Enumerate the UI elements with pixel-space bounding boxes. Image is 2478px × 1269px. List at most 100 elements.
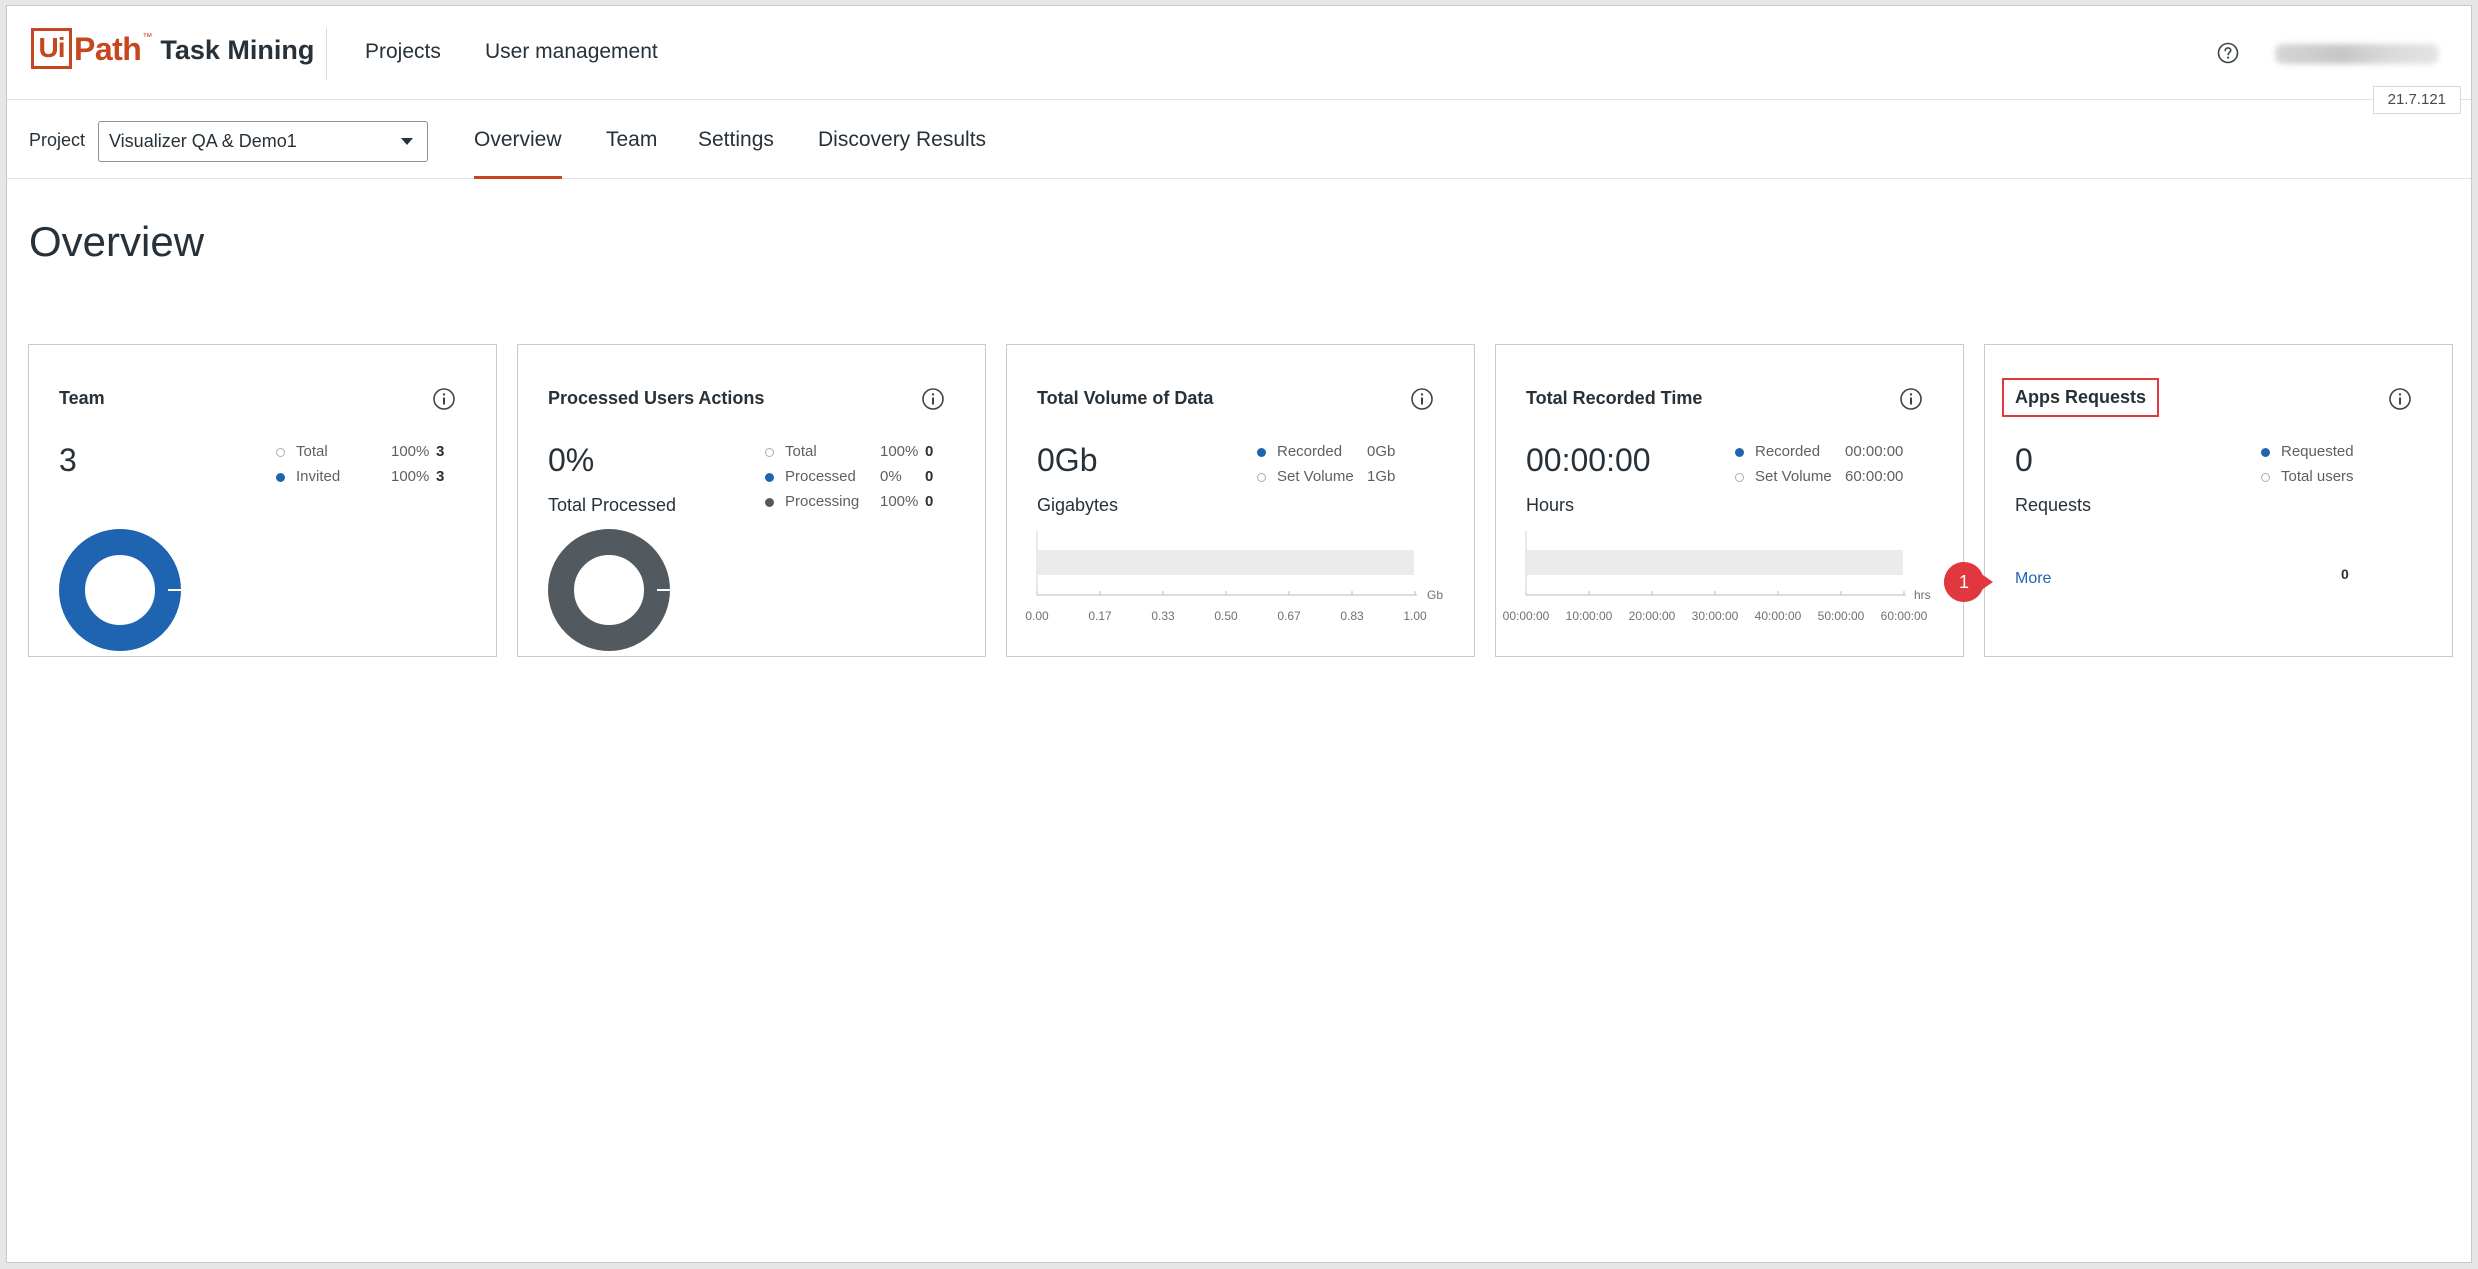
legend-dot — [2261, 473, 2270, 482]
tab-settings[interactable]: Settings — [698, 128, 774, 179]
legend-name: Requested — [2281, 443, 2354, 460]
page-title: Overview — [29, 218, 205, 265]
legend-name: Total users — [2281, 468, 2354, 485]
processed-donut-chart — [548, 529, 670, 651]
team-legend: Total 100% 3 Invited 100% 3 — [276, 442, 456, 492]
axis-tick-label: 0.50 — [1214, 609, 1238, 623]
legend-row: Requested — [2261, 442, 2431, 467]
product-name: Task Mining — [160, 35, 315, 65]
tab-team[interactable]: Team — [606, 128, 657, 179]
recorded-time-card: Total Recorded Time 00:00:00 Hours Recor… — [1495, 344, 1964, 657]
team-donut-chart — [59, 529, 181, 651]
processed-actions-card: Processed Users Actions 0% Total Process… — [517, 344, 986, 657]
legend-pct: 100% — [880, 443, 919, 460]
volume-bar-chart: Gb 0.00 0.17 0.33 0.50 0.67 0.83 1.00 — [1025, 531, 1443, 623]
nav-projects[interactable]: Projects — [365, 40, 441, 64]
team-count: 3 — [59, 442, 77, 478]
apps-zero-value: 0 — [2341, 566, 2349, 582]
legend-row: Total users — [2261, 467, 2431, 492]
badge-number: 1 — [1959, 572, 1969, 592]
legend-name: Processing — [785, 493, 860, 510]
legend-num: 0 — [925, 468, 934, 485]
help-icon[interactable] — [2217, 42, 2239, 64]
processed-legend: Total 100% 0 Processed 0% 0 Processing 1… — [765, 442, 945, 517]
legend-name: Invited — [296, 468, 341, 485]
legend-num: 0 — [925, 443, 934, 460]
project-select-value: Visualizer QA & Demo1 — [109, 131, 297, 151]
axis-tick-label: 20:00:00 — [1629, 609, 1676, 623]
axis-tick-label: 50:00:00 — [1818, 609, 1865, 623]
legend-row: Processing 100% 0 — [765, 492, 945, 517]
legend-pct: 0% — [880, 468, 902, 485]
axis-tick-label: 0.33 — [1151, 609, 1175, 623]
legend-pct: 100% — [391, 468, 430, 485]
top-header: Ui Path ™ Task Mining Projects User mana… — [7, 6, 2471, 100]
legend-name: Total — [785, 443, 817, 460]
app-window: Ui Path ™ Task Mining Projects User mana… — [6, 5, 2472, 1263]
time-bar-chart: hrs 00:00:00 10:00:00 20:00:00 30:00:00 40:0… — [1503, 531, 1931, 623]
axis-tick-label: 30:00:00 — [1692, 609, 1739, 623]
logo-ui-mark: Ui — [31, 28, 72, 69]
project-label: Project — [29, 130, 86, 150]
card-title: Team — [59, 388, 105, 408]
legend-dot — [2261, 448, 2270, 457]
legend-row: Processed 0% 0 — [765, 467, 945, 492]
info-icon[interactable] — [2388, 387, 2412, 411]
capacity-bar — [1527, 550, 1903, 575]
user-menu-avatar[interactable] — [2275, 44, 2439, 64]
logo-path-text: Path — [74, 31, 142, 67]
axis-tick-label: 0.83 — [1340, 609, 1364, 623]
legend-dot — [765, 473, 774, 482]
legend-row: Invited 100% 3 — [276, 467, 456, 492]
step-badge: 1 — [1944, 562, 1993, 602]
capacity-bar — [1038, 550, 1414, 575]
processed-percent: 0% — [548, 442, 595, 478]
axis-tick-label: 0.67 — [1277, 609, 1301, 623]
legend-num: 3 — [436, 443, 445, 460]
apps-requests-count: 0 — [2015, 442, 2033, 478]
axis-tick-label: 0.00 — [1025, 609, 1049, 623]
legend-pct: 100% — [391, 443, 430, 460]
legend-name: Processed — [785, 468, 856, 485]
info-icon[interactable] — [921, 387, 945, 411]
data-volume-card: Total Volume of Data 0Gb Gigabytes Recor… — [1006, 344, 1475, 657]
legend-pct: 100% — [880, 493, 919, 510]
legend-num: 3 — [436, 468, 445, 485]
legend-row: Total 100% 0 — [765, 442, 945, 467]
axis-tick-label: 1.00 — [1403, 609, 1427, 623]
apps-requests-card: Apps Requests 0 Requests Requested Total… — [1984, 344, 2453, 657]
axis-tick-label: 60:00:00 — [1881, 609, 1928, 623]
axis-tick-label: 10:00:00 — [1566, 609, 1613, 623]
axis-tick-label: 0.17 — [1088, 609, 1112, 623]
legend-num: 0 — [925, 493, 934, 510]
card-title: Processed Users Actions — [548, 388, 765, 408]
donut-ring — [548, 529, 670, 651]
tab-discovery-results[interactable]: Discovery Results — [818, 128, 986, 179]
legend-dot — [276, 473, 285, 482]
legend-name: Total — [296, 443, 328, 460]
axis-tick-label: 00:00:00 — [1503, 609, 1550, 623]
legend-dot — [765, 448, 774, 457]
caret-down-icon — [401, 138, 413, 145]
uipath-logo[interactable]: Ui Path ™ Task Mining — [31, 28, 314, 72]
card-title: Apps Requests — [2002, 378, 2160, 417]
more-link[interactable]: More — [2015, 570, 2051, 588]
processed-sub-label: Total Processed — [548, 495, 677, 515]
legend-row: Total 100% 3 — [276, 442, 456, 467]
project-subnav: Project Visualizer QA & Demo1 Overview T… — [7, 100, 2471, 179]
apps-legend: Requested Total users — [2261, 442, 2431, 492]
axis-unit: hrs — [1914, 588, 1931, 602]
apps-requests-label: Requests — [2015, 495, 2092, 515]
legend-dot — [765, 498, 774, 507]
axis-unit: Gb — [1427, 588, 1443, 602]
tab-overview[interactable]: Overview — [474, 128, 562, 179]
header-divider — [326, 28, 327, 80]
legend-dot — [276, 448, 285, 457]
project-select[interactable]: Visualizer QA & Demo1 — [98, 121, 428, 162]
team-card: Team 3 Total 100% 3 Invited 100% 3 — [28, 344, 497, 657]
axis-tick-label: 40:00:00 — [1755, 609, 1802, 623]
nav-user-management[interactable]: User management — [485, 40, 658, 64]
logo-trademark: ™ — [142, 32, 153, 43]
info-icon[interactable] — [432, 387, 456, 411]
donut-ring — [59, 529, 181, 651]
